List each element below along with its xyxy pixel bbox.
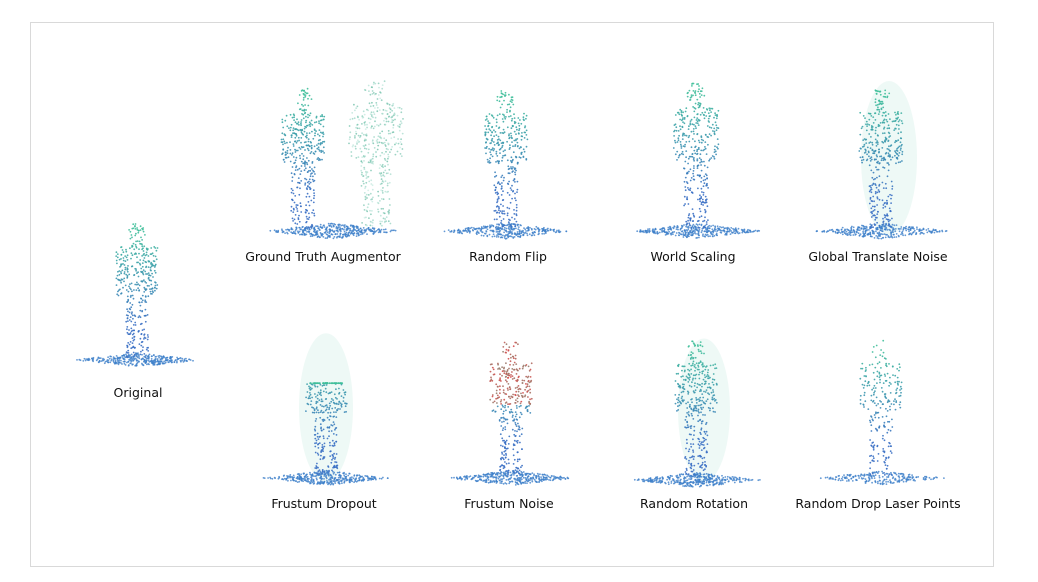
- panel-random-drop-laser-points: Random Drop Laser Points: [795, 325, 961, 525]
- point-cloud-global-translate-noise: [815, 81, 948, 240]
- label-global-translate-noise: Global Translate Noise: [808, 249, 948, 264]
- figure-frame: Original Ground Truth Augmentor Random F…: [30, 22, 994, 567]
- panel-random-flip: Random Flip: [426, 78, 586, 278]
- label-original: Original: [113, 385, 163, 400]
- label-frustum-dropout: Frustum Dropout: [271, 496, 377, 511]
- label-random-flip: Random Flip: [469, 249, 547, 264]
- panel-original: Original: [71, 213, 211, 413]
- point-cloud-world-scaling: [636, 82, 761, 239]
- point-cloud-random-flip: [443, 90, 568, 240]
- label-ground-truth-augmentor: Ground Truth Augmentor: [245, 249, 401, 264]
- point-cloud-ground-truth-augmentor: [269, 80, 404, 240]
- label-world-scaling: World Scaling: [650, 249, 736, 264]
- panel-frustum-noise: Frustum Noise: [431, 325, 591, 525]
- panel-random-rotation: Random Rotation: [616, 325, 776, 525]
- label-frustum-noise: Frustum Noise: [464, 496, 554, 511]
- point-cloud-random-rotation: [633, 338, 761, 488]
- point-cloud-random-drop-laser-points: [819, 339, 945, 486]
- label-random-drop-laser-points: Random Drop Laser Points: [795, 496, 961, 511]
- point-cloud-original: [76, 223, 194, 367]
- panel-global-translate-noise: Global Translate Noise: [801, 78, 961, 278]
- panel-frustum-dropout: Frustum Dropout: [246, 325, 406, 525]
- point-cloud-frustum-dropout: [262, 333, 389, 486]
- label-random-rotation: Random Rotation: [639, 496, 749, 511]
- panel-ground-truth-augmentor: Ground Truth Augmentor: [245, 78, 421, 278]
- panel-world-scaling: World Scaling: [616, 78, 776, 278]
- point-cloud-frustum-noise: [450, 341, 570, 486]
